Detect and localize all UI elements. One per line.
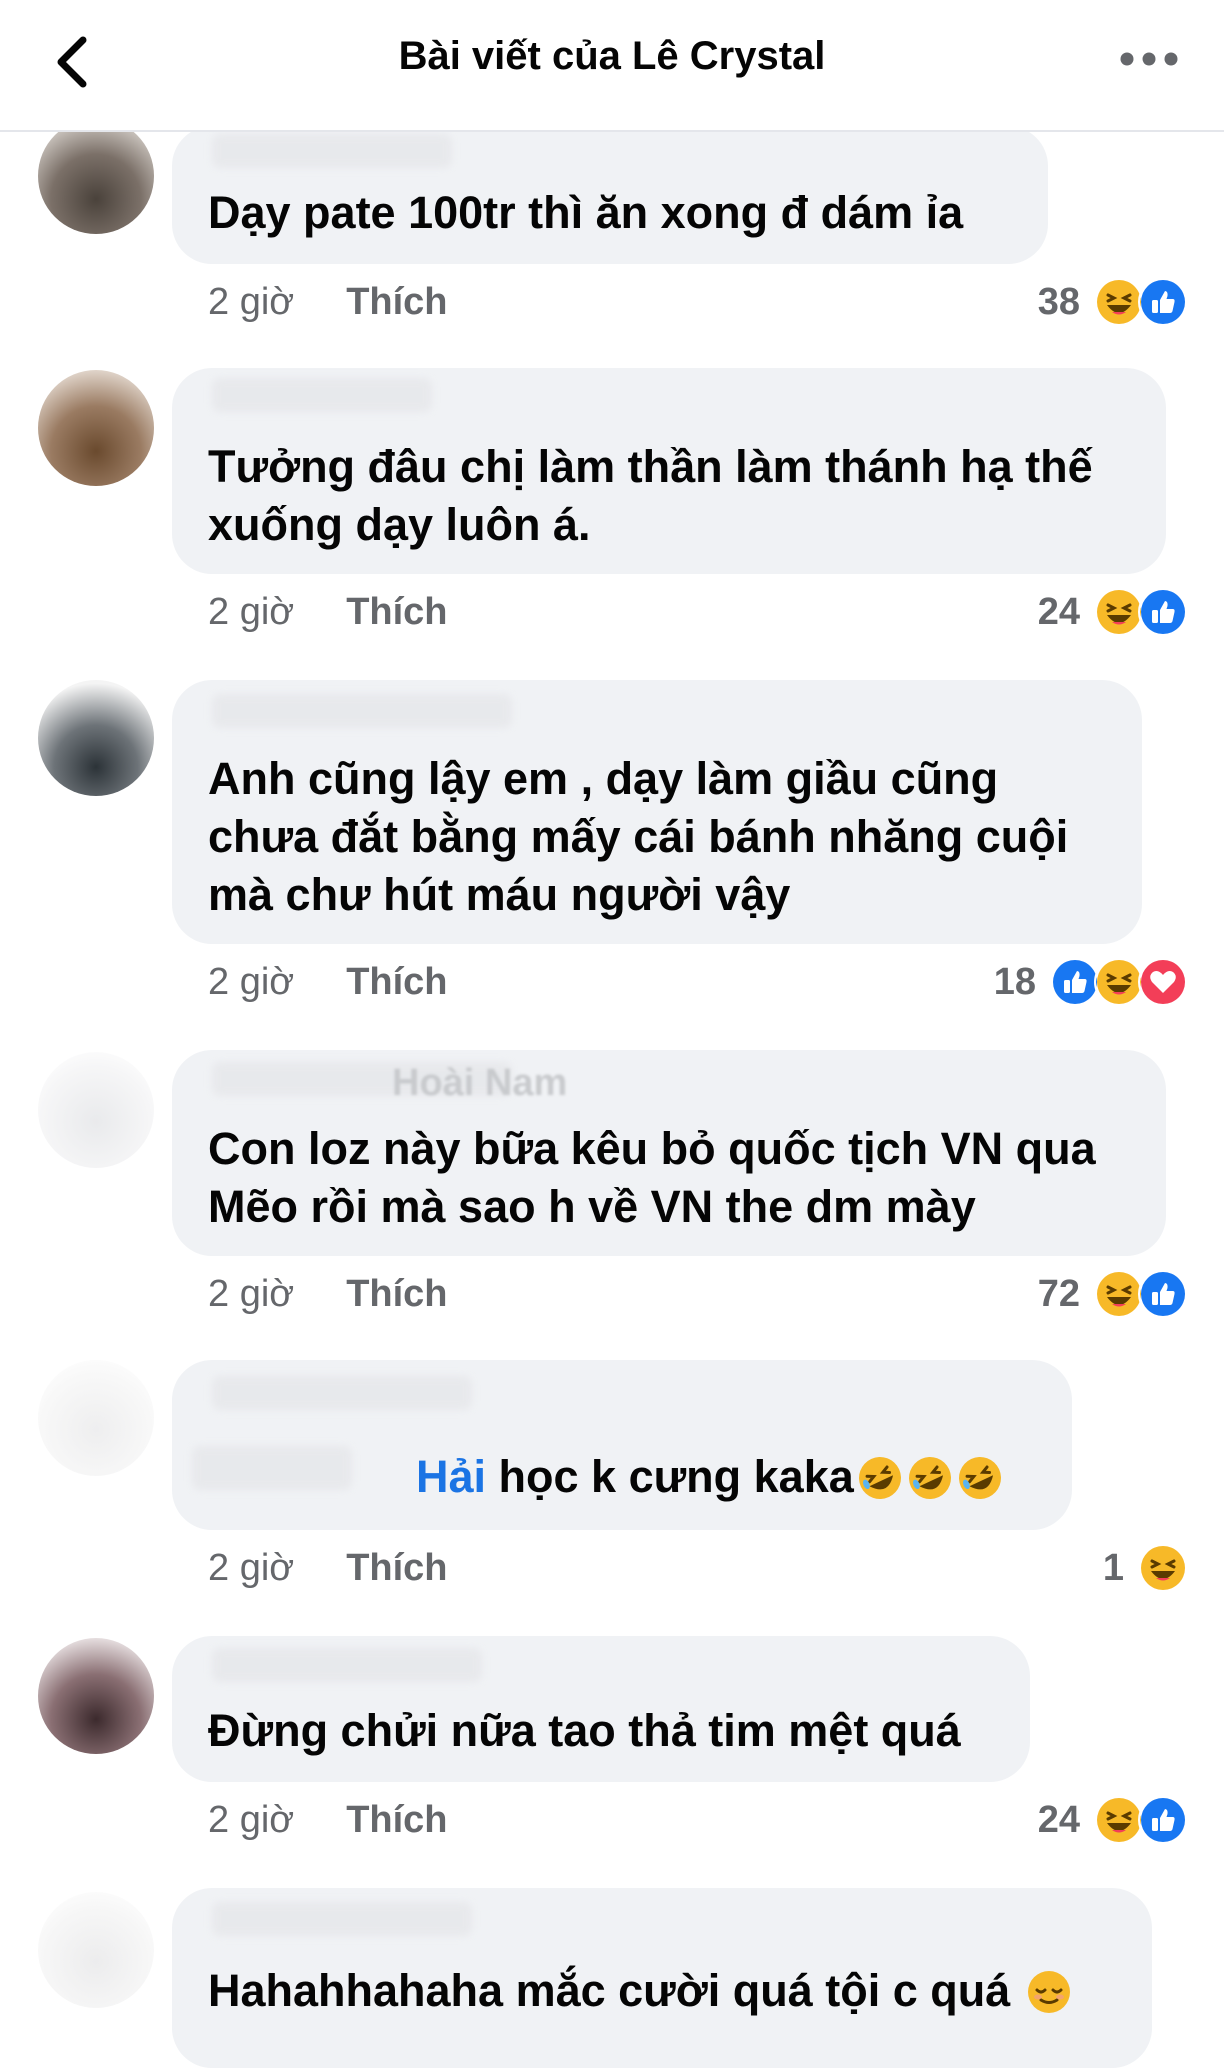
like-button[interactable]: Thích <box>346 281 447 324</box>
blurred-author-name <box>212 1376 472 1410</box>
rofl-emoji <box>858 1457 901 1499</box>
like-icon <box>1138 1269 1188 1319</box>
more-options-button[interactable] <box>1114 36 1184 82</box>
reaction-summary[interactable]: 24 <box>1038 1790 1188 1850</box>
comment-time: 2 giờ <box>208 280 295 323</box>
haha-icon <box>1138 1543 1188 1593</box>
comment-time: 2 giờ <box>208 960 295 1003</box>
blurred-author-name <box>212 378 432 412</box>
reaction-summary[interactable]: 72 <box>1038 1264 1188 1324</box>
comment-text-body: học k cưng kaka <box>486 1451 854 1502</box>
like-button[interactable]: Thích <box>346 1799 447 1842</box>
blurred-author-name <box>212 1902 472 1936</box>
comment-text: Anh cũng lậy em , dạy làm giầu cũng chưa… <box>208 753 1069 920</box>
haha-icon <box>1094 277 1144 327</box>
comment-meta: 2 giờ Thích <box>208 1264 448 1324</box>
haha-icon <box>1094 587 1144 637</box>
comment-meta: 2 giờ Thích <box>208 272 448 332</box>
avatar[interactable] <box>38 1892 154 2008</box>
comment-bubble[interactable]: Dạy pate 100tr thì ăn xong đ dám ỉa <box>172 126 1048 264</box>
avatar[interactable] <box>38 1360 154 1476</box>
comment-text: Con loz này bữa kêu bỏ quốc tịch VN qua … <box>208 1123 1096 1232</box>
reaction-summary[interactable]: 1 <box>1103 1538 1188 1598</box>
comment-meta: 2 giờ Thích <box>208 1790 448 1850</box>
like-button[interactable]: Thích <box>346 961 447 1004</box>
comment-bubble[interactable]: Hoài Nam Con loz này bữa kêu bỏ quốc tịc… <box>172 1050 1166 1256</box>
love-icon <box>1138 957 1188 1007</box>
like-icon <box>1138 277 1188 327</box>
like-button[interactable]: Thích <box>346 1547 447 1590</box>
comment-meta: 2 giờ Thích <box>208 952 448 1012</box>
blurred-mention-prefix <box>192 1446 352 1490</box>
rofl-emoji <box>908 1457 951 1499</box>
comment-bubble[interactable]: Tưởng đâu chị làm thần làm thánh hạ thế … <box>172 368 1166 574</box>
reaction-count: 24 <box>1037 1798 1080 1841</box>
haha-icon <box>1094 1269 1144 1319</box>
avatar[interactable] <box>38 118 154 234</box>
haha-icon <box>1094 957 1144 1007</box>
reaction-summary[interactable]: 24 <box>1038 582 1188 642</box>
comment-text: Dạy pate 100tr thì ăn xong đ dám ỉa <box>208 187 964 238</box>
comment-text: Đừng chửi nữa tao thả tim mệt quá <box>208 1705 961 1756</box>
avatar[interactable] <box>38 1052 154 1168</box>
comment-text: Tưởng đâu chị làm thần làm thánh hạ thế … <box>208 441 1093 550</box>
reaction-summary[interactable]: 18 <box>994 952 1188 1012</box>
comment-time: 2 giờ <box>208 1546 295 1589</box>
reaction-count: 18 <box>993 960 1036 1003</box>
rofl-emoji <box>958 1457 1001 1499</box>
relieved-emoji <box>1027 1971 1070 2013</box>
comment-text: Hahahhahaha mắc cười quá tội c quá <box>208 1962 1118 2020</box>
author-name-fragment: Hoài Nam <box>392 1062 568 1104</box>
like-button[interactable]: Thích <box>346 1273 447 1316</box>
blurred-author-name <box>212 694 512 728</box>
avatar[interactable] <box>38 370 154 486</box>
comment-time: 2 giờ <box>208 1272 295 1315</box>
comment-bubble[interactable]: Hải học k cưng kaka <box>172 1360 1072 1530</box>
reaction-count: 1 <box>1102 1546 1124 1589</box>
mention-link[interactable]: Hải <box>416 1451 486 1502</box>
comment-bubble[interactable]: Đừng chửi nữa tao thả tim mệt quá <box>172 1636 1030 1782</box>
like-icon <box>1138 587 1188 637</box>
comment-bubble[interactable]: Hahahhahaha mắc cười quá tội c quá <box>172 1888 1152 2068</box>
reaction-summary[interactable]: 38 <box>1038 272 1188 332</box>
avatar[interactable] <box>38 680 154 796</box>
comment-meta: 2 giờ Thích <box>208 1538 448 1598</box>
more-horizontal-icon <box>1120 52 1178 66</box>
comment-meta: 2 giờ Thích <box>208 582 448 642</box>
blurred-author-name <box>212 134 452 168</box>
comment-time: 2 giờ <box>208 1798 295 1841</box>
comment-text-body: Hahahhahaha mắc cười quá tội c quá <box>208 1965 1011 2016</box>
comment-time: 2 giờ <box>208 590 295 633</box>
blurred-author-name <box>212 1648 482 1682</box>
page-title: Bài viết của Lê Crystal <box>398 34 826 78</box>
avatar[interactable] <box>38 1638 154 1754</box>
like-icon <box>1050 957 1100 1007</box>
haha-icon <box>1094 1795 1144 1845</box>
like-button[interactable]: Thích <box>346 591 447 634</box>
like-icon <box>1138 1795 1188 1845</box>
comment-bubble[interactable]: Anh cũng lậy em , dạy làm giầu cũng chưa… <box>172 680 1142 944</box>
reaction-count: 24 <box>1037 590 1080 633</box>
reaction-count: 72 <box>1037 1272 1080 1315</box>
top-bar: Bài viết của Lê Crystal <box>0 0 1224 132</box>
reaction-count: 38 <box>1037 280 1080 323</box>
